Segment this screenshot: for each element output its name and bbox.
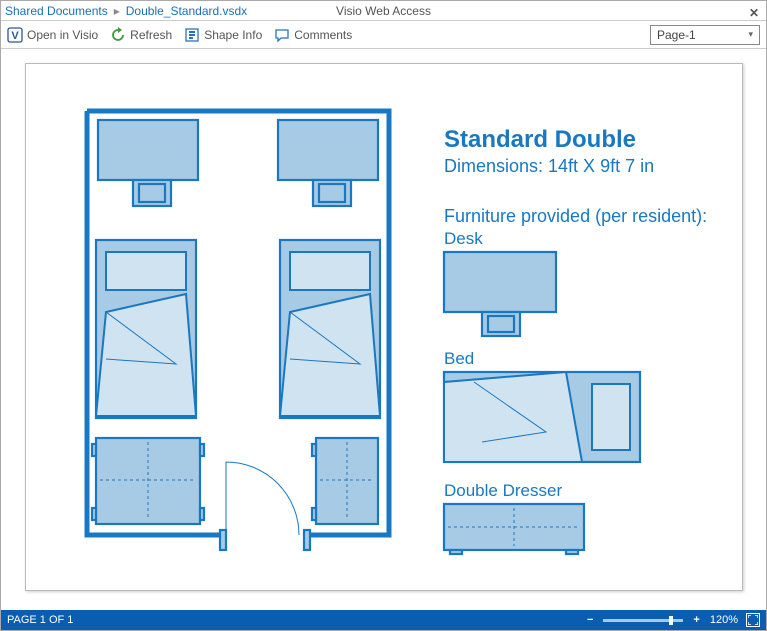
left-desk: [98, 120, 198, 206]
refresh-label: Refresh: [130, 28, 172, 42]
legend-bed: [444, 372, 640, 462]
visio-icon: V: [7, 27, 23, 43]
zoom-slider[interactable]: [603, 619, 683, 622]
shape-info-button[interactable]: Shape Info: [184, 27, 262, 43]
open-in-visio-button[interactable]: V Open in Visio: [7, 27, 98, 43]
floorplan-svg: Standard Double Dimensions: 14ft X 9ft 7…: [26, 64, 744, 592]
right-dresser: [312, 438, 378, 524]
comments-icon: [274, 27, 290, 43]
chevron-down-icon: ▾: [748, 29, 753, 40]
diagram-dimensions: Dimensions: 14ft X 9ft 7 in: [444, 156, 654, 176]
title-bar: Shared Documents ▸ Double_Standard.vsdx …: [1, 1, 766, 21]
refresh-icon: [110, 27, 126, 43]
close-button[interactable]: ✕: [746, 3, 762, 19]
legend-desk: [444, 252, 556, 336]
open-in-visio-label: Open in Visio: [27, 28, 98, 42]
refresh-button[interactable]: Refresh: [110, 27, 172, 43]
status-bar: PAGE 1 OF 1 − + 120%: [1, 610, 766, 630]
page-selector[interactable]: Page-1 ▾: [650, 25, 760, 45]
left-dresser: [92, 438, 204, 524]
comments-label: Comments: [294, 28, 352, 42]
fit-to-window-button[interactable]: [746, 613, 760, 627]
legend-desk-label: Desk: [444, 229, 483, 248]
breadcrumb-root[interactable]: Shared Documents: [5, 1, 108, 21]
drawing-page: Standard Double Dimensions: 14ft X 9ft 7…: [25, 63, 743, 591]
breadcrumb-file[interactable]: Double_Standard.vsdx: [126, 1, 247, 21]
svg-text:V: V: [11, 30, 19, 42]
drawing-canvas[interactable]: Standard Double Dimensions: 14ft X 9ft 7…: [1, 49, 766, 610]
toolbar: V Open in Visio Refresh Shape Info Comme…: [1, 21, 766, 49]
zoom-in-button[interactable]: +: [691, 614, 701, 626]
furniture-heading: Furniture provided (per resident):: [444, 206, 707, 226]
legend-bed-label: Bed: [444, 349, 474, 368]
page-selector-value: Page-1: [657, 28, 696, 42]
shape-info-icon: [184, 27, 200, 43]
diagram-title: Standard Double: [444, 126, 636, 153]
left-bed: [96, 240, 196, 418]
legend-dresser: [444, 504, 584, 554]
chevron-right-icon: ▸: [114, 1, 120, 21]
right-desk: [278, 120, 378, 206]
right-bed: [280, 240, 380, 418]
breadcrumb: Shared Documents ▸ Double_Standard.vsdx: [5, 1, 247, 21]
zoom-level: 120%: [710, 614, 738, 626]
comments-button[interactable]: Comments: [274, 27, 352, 43]
legend-dresser-label: Double Dresser: [444, 481, 562, 500]
page-indicator: PAGE 1 OF 1: [7, 614, 73, 626]
zoom-out-button[interactable]: −: [585, 614, 595, 626]
shape-info-label: Shape Info: [204, 28, 262, 42]
